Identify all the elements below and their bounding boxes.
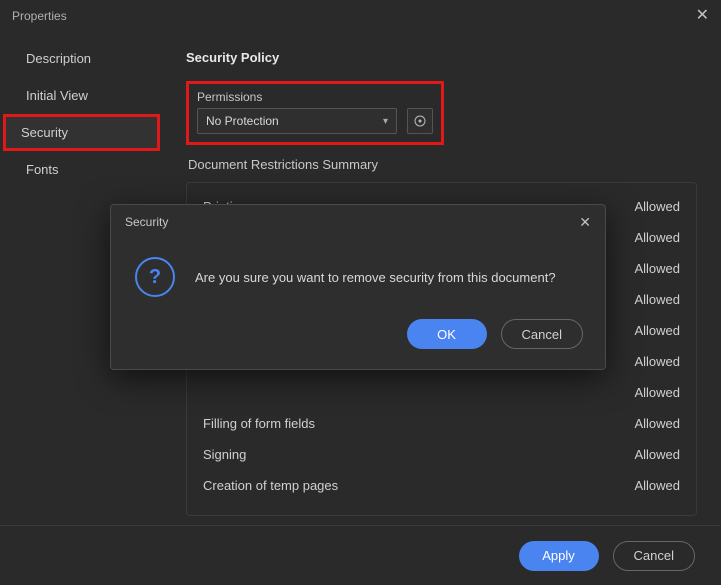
window-title: Properties (12, 9, 67, 23)
restriction-status: Allowed (634, 416, 680, 431)
permissions-label: Permissions (197, 90, 433, 104)
dialog-title: Security (125, 215, 168, 229)
restriction-status: Allowed (634, 230, 680, 245)
sidebar-item-label: Security (21, 125, 68, 140)
sidebar-item-label: Description (26, 51, 91, 66)
permissions-box: Permissions No Protection ▾ (186, 81, 444, 145)
dialog-titlebar: Security ✕ (111, 205, 605, 239)
section-title: Security Policy (186, 50, 697, 65)
footer: Apply Cancel (0, 525, 721, 585)
sidebar-item-fonts[interactable]: Fonts (0, 151, 168, 188)
confirm-dialog: Security ✕ ? Are you sure you want to re… (110, 204, 606, 370)
target-icon (413, 114, 427, 128)
restriction-row: Filling of form fields Allowed (203, 408, 680, 439)
restriction-status: Allowed (634, 199, 680, 214)
restriction-status: Allowed (634, 447, 680, 462)
chevron-down-icon: ▾ (383, 116, 388, 127)
restriction-status: Allowed (634, 354, 680, 369)
dialog-cancel-button[interactable]: Cancel (501, 319, 583, 349)
restriction-status: Allowed (634, 323, 680, 338)
restriction-row: Allowed (203, 377, 680, 408)
sidebar-item-label: Fonts (26, 162, 59, 177)
sidebar-item-description[interactable]: Description (0, 40, 168, 77)
restriction-label: Filling of form fields (203, 416, 315, 431)
dialog-close-icon[interactable]: ✕ (579, 215, 591, 229)
restriction-status: Allowed (634, 385, 680, 400)
dialog-message: Are you sure you want to remove security… (195, 270, 556, 285)
restrictions-title: Document Restrictions Summary (188, 157, 697, 172)
sidebar-item-security[interactable]: Security (3, 114, 160, 151)
restriction-row: Signing Allowed (203, 439, 680, 470)
restriction-status: Allowed (634, 261, 680, 276)
sidebar-item-label: Initial View (26, 88, 88, 103)
details-button[interactable] (407, 108, 433, 134)
question-icon: ? (135, 257, 175, 297)
restriction-status: Allowed (634, 292, 680, 307)
permissions-value: No Protection (206, 114, 279, 128)
restriction-row: Creation of temp pages Allowed (203, 470, 680, 501)
permissions-select[interactable]: No Protection ▾ (197, 108, 397, 134)
titlebar: Properties ✕ (0, 0, 721, 32)
restriction-label: Creation of temp pages (203, 478, 338, 493)
sidebar-item-initial-view[interactable]: Initial View (0, 77, 168, 114)
cancel-button[interactable]: Cancel (613, 541, 695, 571)
restriction-status: Allowed (634, 478, 680, 493)
ok-button[interactable]: OK (407, 319, 487, 349)
apply-button[interactable]: Apply (519, 541, 599, 571)
restriction-label: Signing (203, 447, 246, 462)
close-icon[interactable]: ✕ (696, 8, 709, 24)
